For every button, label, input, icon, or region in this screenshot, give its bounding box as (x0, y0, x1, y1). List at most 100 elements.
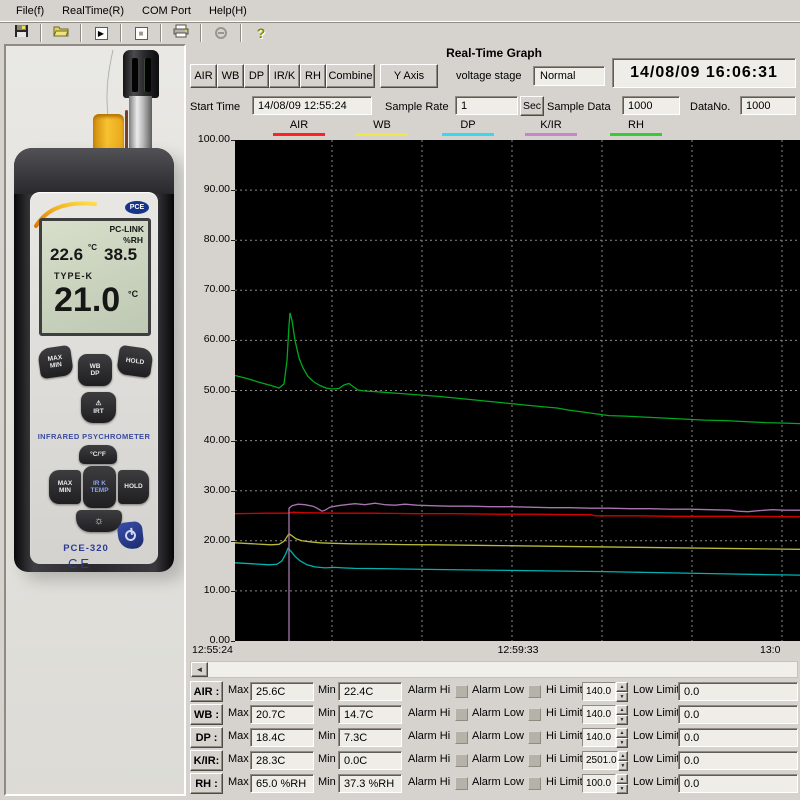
alarm-hi-label: Alarm Hi (408, 753, 450, 765)
device-key-cf: °C/°F (79, 445, 117, 464)
hi-limit-spinner[interactable]: 140.0 ▲▼ (582, 728, 628, 747)
row-button-wb[interactable]: WB : (190, 704, 223, 725)
low-limit-value[interactable]: 0.0 (678, 728, 798, 747)
low-limit-label: Low Limit (633, 707, 679, 719)
spin-up-icon[interactable]: ▲ (616, 682, 628, 692)
row-button-dp[interactable]: DP : (190, 727, 223, 748)
spin-down-icon[interactable]: ▼ (616, 738, 628, 748)
hi-limit-spinner[interactable]: 140.0 ▲▼ (582, 682, 628, 701)
circle-slash-icon (215, 27, 227, 39)
data-no-label: DataNo. (690, 101, 730, 113)
printer-icon (173, 24, 189, 43)
sec-button[interactable]: Sec (520, 96, 544, 116)
legend-item-air: AIR (271, 119, 327, 136)
spin-up-icon[interactable]: ▲ (616, 705, 628, 715)
print-button[interactable] (168, 23, 194, 43)
open-button[interactable] (48, 23, 74, 43)
current-timestamp: 14/08/09 16:06:31 (612, 58, 796, 88)
menu-file[interactable]: File(f) (8, 3, 52, 19)
disconnect-button[interactable] (208, 23, 234, 43)
sample-rate-value[interactable]: 1 (455, 96, 518, 115)
thermocouple-wire (84, 46, 128, 120)
max-label: Max (228, 753, 249, 765)
series-WB (235, 534, 800, 550)
play-icon: ▶ (95, 27, 108, 40)
hi-limit-value[interactable]: 100.0 (582, 774, 616, 793)
y-axis-label: 10.00 (188, 584, 230, 596)
min-label: Min (318, 753, 336, 765)
spin-up-icon[interactable]: ▲ (616, 774, 628, 784)
low-limit-value[interactable]: 0.0 (678, 705, 798, 724)
spin-up-icon[interactable]: ▲ (616, 728, 628, 738)
x-axis-label-mid: 12:59:33 (498, 644, 539, 656)
channel-button-irk[interactable]: IR/K (269, 64, 300, 88)
spin-down-icon[interactable]: ▼ (618, 761, 628, 771)
hi-limit-value[interactable]: 140.0 (582, 728, 616, 747)
min-value: 7.3C (338, 728, 402, 747)
max-value: 28.3C (250, 751, 314, 770)
channel-button-air[interactable]: AIR (190, 64, 217, 88)
menu-realtime[interactable]: RealTime(R) (54, 3, 132, 19)
spin-down-icon[interactable]: ▼ (616, 715, 628, 725)
min-value: 14.7C (338, 705, 402, 724)
legend-color-wb (356, 133, 408, 136)
start-button[interactable]: ▶ (88, 23, 114, 43)
y-axis-button[interactable]: Y Axis (380, 64, 438, 88)
low-limit-label: Low Limit (633, 753, 679, 765)
power-icon (124, 529, 136, 541)
legend-color-rh (610, 133, 662, 136)
legend-item-wb: WB (354, 119, 410, 136)
legend-label: K/IR (540, 119, 561, 131)
low-limit-value[interactable]: 0.0 (678, 751, 798, 770)
row-button-kir[interactable]: K/IR: (190, 750, 223, 771)
toolbar-separator (40, 24, 42, 42)
menu-help[interactable]: Help(H) (201, 3, 255, 19)
alarm-low-label: Alarm Low (472, 684, 524, 696)
sample-data-value[interactable]: 1000 (622, 96, 680, 115)
help-button[interactable]: ? (248, 23, 274, 43)
min-value: 0.0C (338, 751, 402, 770)
low-limit-value[interactable]: 0.0 (678, 774, 798, 793)
hi-limit-value[interactable]: 140.0 (582, 682, 616, 701)
data-no-value[interactable]: 1000 (740, 96, 796, 115)
alarm-low-indicator (528, 754, 541, 767)
row-button-air[interactable]: AIR : (190, 681, 223, 702)
row-button-rh[interactable]: RH : (190, 773, 223, 794)
min-label: Min (318, 684, 336, 696)
y-axis-label: 60.00 (188, 333, 230, 345)
menu-com-port[interactable]: COM Port (134, 3, 199, 19)
max-value: 18.4C (250, 728, 314, 747)
alarm-hi-indicator (455, 777, 468, 790)
table-row-dp: DP : Max 18.4C Min 7.3C Alarm Hi Alarm L… (188, 727, 800, 748)
lcd-main-temp: 21.0 (54, 281, 120, 320)
start-time-value[interactable]: 14/08/09 12:55:24 (252, 96, 372, 115)
hi-limit-spinner[interactable]: 140.0 ▲▼ (582, 705, 628, 724)
real-time-chart (235, 140, 800, 641)
lcd-air-temp: 22.6 (50, 245, 83, 265)
toolbar-separator (200, 24, 202, 42)
hi-limit-value[interactable]: 2501.0 (582, 751, 618, 770)
lcd-humidity: 38.5 (104, 245, 137, 265)
x-axis-label-end: 13:0 (760, 644, 780, 656)
low-limit-label: Low Limit (633, 776, 679, 788)
channel-button-wb[interactable]: WB (217, 64, 244, 88)
hi-limit-value[interactable]: 140.0 (582, 705, 616, 724)
lcd-main-unit: °C (128, 289, 138, 299)
low-limit-value[interactable]: 0.0 (678, 682, 798, 701)
spin-up-icon[interactable]: ▲ (618, 751, 628, 761)
channel-button-combine[interactable]: Combine (326, 64, 375, 88)
spin-down-icon[interactable]: ▼ (616, 692, 628, 702)
device-key-wbdp: WB DP (78, 354, 112, 386)
hi-limit-spinner[interactable]: 2501.0 ▲▼ (582, 751, 628, 770)
min-value: 22.4C (338, 682, 402, 701)
channel-button-rh[interactable]: RH (300, 64, 326, 88)
channel-button-dp[interactable]: DP (244, 64, 269, 88)
hi-limit-spinner[interactable]: 100.0 ▲▼ (582, 774, 628, 793)
legend-color-kir (525, 133, 577, 136)
ce-mark: CE (68, 556, 92, 571)
stop-button[interactable]: ■ (128, 23, 154, 43)
graph-scrollbar[interactable]: ◄ (190, 661, 798, 678)
scrollbar-left-arrow[interactable]: ◄ (191, 662, 208, 677)
spin-down-icon[interactable]: ▼ (616, 784, 628, 794)
save-button[interactable] (8, 23, 34, 43)
